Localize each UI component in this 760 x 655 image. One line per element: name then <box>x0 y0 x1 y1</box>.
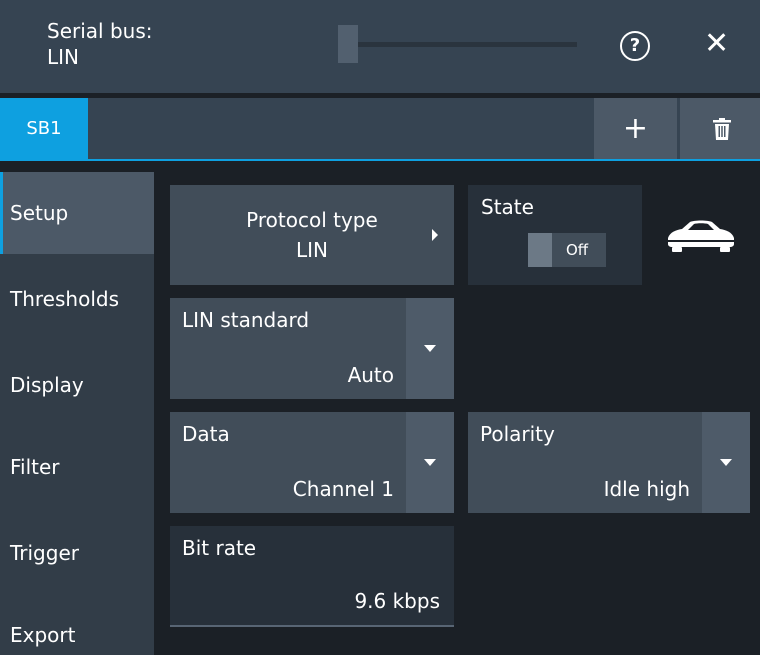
polarity-value: Idle high <box>603 477 690 501</box>
bit-rate-value: 9.6 kbps <box>354 589 440 613</box>
tab-bar: SB1 + <box>0 98 760 161</box>
lin-standard-dropdown[interactable]: LIN standard Auto <box>170 298 454 399</box>
data-source-dropdown[interactable]: Data Channel 1 <box>170 412 454 513</box>
polarity-dropdown-button[interactable] <box>702 412 750 513</box>
sidebar-item-display[interactable]: Display <box>0 344 154 426</box>
chevron-down-icon <box>720 459 732 466</box>
title-line-2: LIN <box>47 45 80 69</box>
protocol-type-button[interactable]: Protocol type LIN <box>170 185 454 285</box>
title-line-1: Serial bus: <box>47 19 153 43</box>
state-control: State Off <box>468 185 642 285</box>
car-icon <box>668 220 734 252</box>
polarity-label: Polarity <box>480 422 555 446</box>
sidebar-item-label: Export <box>10 623 76 647</box>
protocol-type-label: Protocol type <box>246 208 378 232</box>
state-label: State <box>481 195 534 219</box>
sidebar-item-thresholds[interactable]: Thresholds <box>0 258 154 340</box>
data-value: Channel 1 <box>292 477 394 501</box>
state-toggle-text: Off <box>566 241 589 259</box>
sidebar-item-trigger[interactable]: Trigger <box>0 512 154 594</box>
help-icon[interactable]: ? <box>620 31 650 61</box>
sidebar-item-setup[interactable]: Setup <box>0 172 154 254</box>
sidebar-item-label: Display <box>10 373 84 397</box>
chevron-down-icon <box>424 345 436 352</box>
delete-bus-button[interactable] <box>680 98 760 159</box>
add-bus-button[interactable]: + <box>594 98 677 159</box>
lin-standard-value: Auto <box>347 363 394 387</box>
protocol-type-value: LIN <box>295 238 328 262</box>
data-dropdown-button[interactable] <box>406 412 454 513</box>
state-toggle[interactable]: Off <box>528 233 606 267</box>
close-icon[interactable]: ✕ <box>704 29 729 59</box>
dialog-title: Serial bus: LIN <box>47 18 152 70</box>
sidebar: Setup Thresholds Display Filter Trigger … <box>0 172 154 655</box>
transparency-slider-track[interactable] <box>355 42 577 47</box>
toggle-knob <box>528 233 552 267</box>
bit-rate-input[interactable]: Bit rate 9.6 kbps <box>170 526 454 627</box>
sidebar-item-label: Thresholds <box>10 287 119 311</box>
sidebar-item-filter[interactable]: Filter <box>0 426 154 508</box>
sidebar-item-export[interactable]: Export <box>0 594 154 655</box>
tab-sb1[interactable]: SB1 <box>0 98 88 159</box>
bit-rate-label: Bit rate <box>182 536 257 560</box>
sidebar-item-label: Setup <box>10 201 69 225</box>
lin-standard-label: LIN standard <box>182 308 310 332</box>
lin-standard-dropdown-button[interactable] <box>406 298 454 399</box>
sidebar-item-label: Filter <box>10 455 60 479</box>
chevron-right-icon <box>432 229 438 241</box>
sidebar-item-label: Trigger <box>10 541 79 565</box>
polarity-dropdown[interactable]: Polarity Idle high <box>468 412 750 513</box>
chevron-down-icon <box>424 459 436 466</box>
data-label: Data <box>182 422 230 446</box>
transparency-slider-thumb[interactable] <box>338 25 358 63</box>
trash-icon <box>712 117 731 140</box>
title-bar: Serial bus: LIN ? ✕ <box>0 0 760 93</box>
